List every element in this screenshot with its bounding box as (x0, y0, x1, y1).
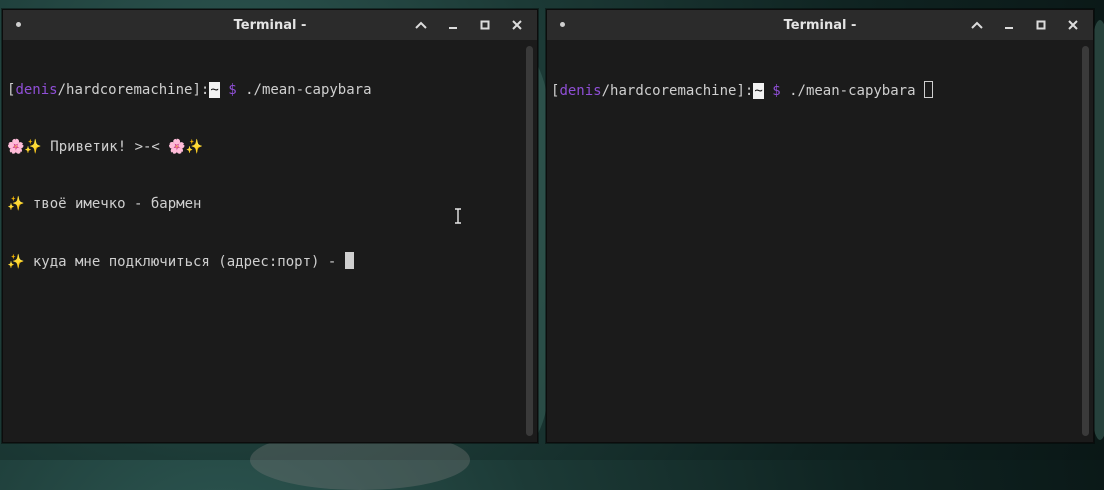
minimize-icon (1005, 27, 1013, 29)
minimize-button[interactable] (995, 12, 1023, 38)
prompt-user: denis (15, 82, 58, 98)
output-line-input: ✨ куда мне подключиться (адрес:порт) - (7, 252, 519, 271)
prompt-user: denis (559, 83, 602, 99)
titlebar[interactable]: Terminal - (547, 10, 1093, 40)
text-cursor (344, 252, 354, 269)
restore-icon (1036, 20, 1046, 30)
scrollbar[interactable] (526, 46, 533, 436)
restore-icon (480, 20, 490, 30)
shade-button[interactable] (407, 12, 435, 38)
minimize-button[interactable] (439, 12, 467, 38)
prompt-host: hardcoremachine (610, 83, 737, 99)
text-cursor (923, 81, 933, 98)
text-cursor-icon (455, 208, 461, 224)
close-icon (512, 20, 522, 30)
terminal-output[interactable]: [denis/hardcoremachine]:~ $ ./mean-capyb… (547, 41, 1079, 442)
prompt-separator: / (57, 82, 67, 98)
terminal-output[interactable]: [denis/hardcoremachine]:~ $ ./mean-capyb… (3, 41, 523, 442)
prompt-line: [denis/hardcoremachine]:~ $ ./mean-capyb… (551, 81, 1075, 100)
output-line: 🌸✨ Приветик! >-< 🌸✨ (7, 139, 204, 155)
chevron-up-icon (971, 21, 983, 29)
shade-button[interactable] (963, 12, 991, 38)
prompt-host: hardcoremachine (66, 82, 193, 98)
prompt-line: [denis/hardcoremachine]:~ $ ./mean-capyb… (7, 81, 519, 100)
prompt-command: ./mean-capybara (789, 83, 916, 99)
scrollbar[interactable] (1082, 46, 1089, 436)
prompt-bracket: ] (736, 83, 745, 99)
terminal-window-left[interactable]: Terminal - [denis/hardcoremachine]:~ $ .… (2, 9, 538, 443)
terminal-window-right[interactable]: Terminal - [denis/hardcoremachine]:~ $ .… (546, 9, 1094, 443)
menu-dot-icon[interactable] (16, 22, 21, 27)
titlebar[interactable]: Terminal - (3, 10, 537, 40)
close-icon (1068, 20, 1078, 30)
prompt-separator: / (601, 83, 611, 99)
maximize-button[interactable] (471, 12, 499, 38)
prompt-dollar: $ (772, 83, 781, 99)
menu-dot-icon[interactable] (560, 22, 565, 27)
close-button[interactable] (503, 12, 531, 38)
close-button[interactable] (1059, 12, 1087, 38)
prompt-path: ~ (753, 83, 764, 99)
prompt-command: ./mean-capybara (245, 82, 372, 98)
prompt-path: ~ (209, 82, 220, 98)
output-line: ✨ твоё имечко - бармен (7, 196, 202, 212)
output-text: ✨ куда мне подключиться (адрес:порт) - (7, 254, 345, 270)
chevron-up-icon (415, 21, 427, 29)
maximize-button[interactable] (1027, 12, 1055, 38)
prompt-bracket: ] (192, 82, 201, 98)
prompt-dollar: $ (228, 82, 237, 98)
minimize-icon (449, 27, 457, 29)
